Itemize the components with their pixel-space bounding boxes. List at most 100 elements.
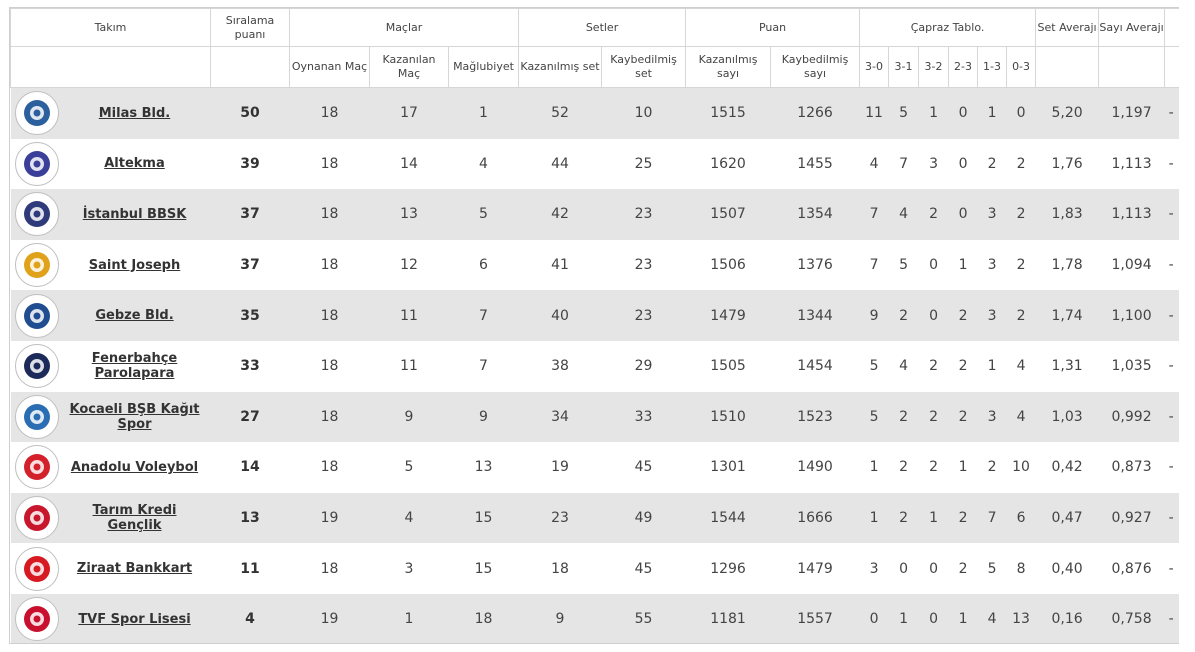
sets-lost-cell: 49 (601, 492, 686, 544)
tarim-kredi-logo-icon[interactable] (14, 496, 59, 541)
cross-3-1-cell: 4 (888, 340, 919, 392)
gebze-logo-icon[interactable] (14, 293, 59, 338)
cross-2-3-cell: 1 (948, 593, 978, 643)
cross-0-3-cell: 10 (1006, 442, 1036, 493)
extra-cell: - (1164, 290, 1179, 341)
header-team: Takım (10, 8, 211, 47)
won-cell: 17 (369, 87, 449, 139)
cross-3-2-cell: 0 (918, 239, 949, 291)
cross-3-0-cell: 11 (859, 87, 889, 139)
cross-0-3-cell: 2 (1006, 239, 1036, 291)
team-name-link[interactable]: Tarım Kredi Gençlik (59, 503, 211, 533)
team-name-link[interactable]: Gebze Bld. (59, 308, 211, 323)
points-won-cell: 1301 (685, 442, 771, 493)
cross-2-3-cell: 0 (948, 87, 978, 139)
team-name-link[interactable]: Altekma (59, 156, 211, 171)
sets-won-cell: 18 (518, 543, 602, 594)
cross-3-0-cell: 4 (859, 138, 889, 190)
points-won-cell: 1510 (685, 391, 771, 443)
table-row: Gebze Bld. 35 18 11 7 40 23 1479 1344 9 2 0 2 3 2 1,74 1… (10, 290, 1179, 341)
cross-1-3-cell: 2 (977, 138, 1007, 190)
cross-3-2-cell: 0 (918, 543, 949, 594)
kocaeli-logo-icon[interactable] (14, 394, 59, 439)
sets-won-cell: 9 (518, 593, 602, 643)
point-average-cell: 1,113 (1098, 189, 1165, 240)
played-cell: 18 (289, 290, 370, 341)
cross-0-3-cell: 4 (1006, 340, 1036, 392)
ziraat-logo-icon[interactable] (14, 546, 59, 591)
milas-logo-icon[interactable] (14, 91, 59, 136)
cross-3-2-cell: 1 (918, 87, 949, 139)
header-rank-points: Sıralama puanı (210, 8, 290, 47)
rank-points-cell: 50 (210, 87, 290, 139)
header-cross-1-3: 1-3 (977, 46, 1008, 88)
header-won: Kazanılan Maç (369, 46, 449, 88)
cross-3-0-cell: 7 (859, 239, 889, 291)
team-name-link[interactable]: Saint Joseph (59, 258, 211, 273)
cross-1-3-cell: 3 (977, 239, 1007, 291)
header-points: Puan (685, 8, 861, 47)
team-name-link[interactable]: Milas Bld. (59, 106, 211, 121)
table-row: Fenerbahçe Parolapara 33 18 11 7 38 29 1505 1454… (10, 340, 1179, 392)
tvf-logo-icon[interactable] (14, 597, 59, 642)
extra-cell: - (1164, 543, 1179, 594)
team-name-link[interactable]: TVF Spor Lisesi (59, 612, 211, 627)
rank-points-cell: 33 (210, 340, 290, 392)
sets-won-cell: 42 (518, 189, 602, 240)
points-lost-cell: 1266 (770, 87, 860, 139)
extra-cell: - (1164, 189, 1179, 240)
altekma-logo-icon[interactable] (14, 141, 59, 186)
won-cell: 3 (369, 543, 449, 594)
header-cross-2-3: 2-3 (948, 46, 979, 88)
cross-1-3-cell: 5 (977, 543, 1007, 594)
cross-3-1-cell: 1 (888, 593, 919, 643)
cross-2-3-cell: 2 (948, 290, 978, 341)
team-name-link[interactable]: Fenerbahçe Parolapara (59, 351, 211, 381)
rank-points-cell: 4 (210, 593, 290, 643)
team-name-link[interactable]: Kocaeli BŞB Kağıt Spor (59, 402, 211, 432)
lost-cell: 13 (448, 442, 519, 493)
points-lost-cell: 1490 (770, 442, 860, 493)
team-cell: TVF Spor Lisesi (10, 593, 211, 643)
played-cell: 19 (289, 593, 370, 643)
standings-table: Takım Sıralama puanı Maçlar Setler Puan … (10, 8, 1179, 643)
header-sets-won: Kazanılmış set (518, 46, 603, 88)
cross-3-1-cell: 2 (888, 290, 919, 341)
rank-points-cell: 14 (210, 442, 290, 493)
team-name-link[interactable]: Anadolu Voleybol (59, 460, 211, 475)
points-won-cell: 1620 (685, 138, 771, 190)
sets-lost-cell: 23 (601, 189, 686, 240)
subheader-team-empty (10, 46, 211, 88)
set-average-cell: 5,20 (1035, 87, 1099, 139)
team-name-link[interactable]: İstanbul BBSK (59, 207, 211, 222)
saint-joseph-logo-icon[interactable] (14, 243, 59, 288)
set-average-cell: 0,47 (1035, 492, 1099, 544)
played-cell: 18 (289, 442, 370, 493)
lost-cell: 4 (448, 138, 519, 190)
extra-cell: - (1164, 391, 1179, 443)
header-lost: Mağlubiyet (447, 46, 520, 88)
points-lost-cell: 1557 (770, 593, 860, 643)
rank-points-cell: 37 (210, 239, 290, 291)
anadolu-logo-icon[interactable] (14, 445, 59, 490)
team-cell: Gebze Bld. (10, 290, 211, 341)
fenerbahce-logo-icon[interactable] (14, 344, 59, 389)
points-won-cell: 1505 (685, 340, 771, 392)
point-average-cell: 1,197 (1098, 87, 1165, 139)
header-cross-table: Çapraz Tablo. (859, 8, 1037, 47)
header-sets-lost: Kaybedilmiş set (601, 46, 687, 88)
extra-cell: - (1164, 442, 1179, 493)
team-cell: İstanbul BBSK (10, 189, 211, 240)
cross-2-3-cell: 0 (948, 189, 978, 240)
played-cell: 18 (289, 138, 370, 190)
cross-1-3-cell: 3 (977, 391, 1007, 443)
rank-points-cell: 27 (210, 391, 290, 443)
table-row: TVF Spor Lisesi 4 19 1 18 9 55 1181 1557 0 1 0 1 4 13 0… (10, 593, 1179, 643)
extra-cell: - (1164, 340, 1179, 392)
ibb-logo-icon[interactable] (14, 192, 59, 237)
team-name-link[interactable]: Ziraat Bankkart (59, 561, 211, 576)
points-lost-cell: 1666 (770, 492, 860, 544)
point-average-cell: 0,992 (1098, 391, 1165, 443)
sets-lost-cell: 45 (601, 543, 686, 594)
played-cell: 18 (289, 340, 370, 392)
